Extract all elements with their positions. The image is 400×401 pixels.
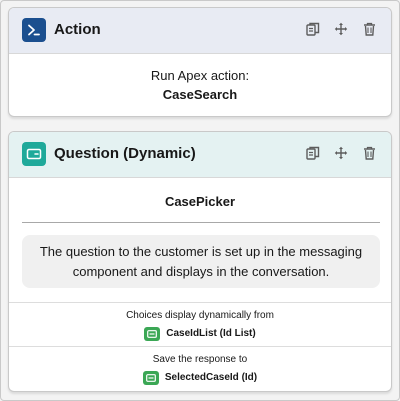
action-card-header: Action — [9, 8, 391, 54]
divider — [9, 302, 391, 303]
apex-icon — [22, 18, 46, 42]
save-response-variable-name: SelectedCaseId (Id) — [164, 372, 258, 383]
move-icon[interactable] — [333, 21, 349, 37]
action-card-body: Run Apex action: CaseSearch — [9, 54, 391, 116]
question-name: CasePicker — [164, 194, 236, 209]
move-icon[interactable] — [333, 145, 349, 161]
question-message-bubble: The question to the customer is set up i… — [22, 235, 380, 288]
divider — [9, 346, 391, 347]
delete-icon[interactable] — [361, 21, 377, 37]
save-response-row: Save the response to SelectedCaseId (Id) — [9, 353, 391, 387]
divider — [22, 222, 380, 223]
question-message-text: The question to the customer is set up i… — [39, 243, 363, 279]
action-card-tools — [305, 21, 377, 37]
choices-label: Choices display dynamically from — [126, 310, 274, 321]
action-name: CaseSearch — [162, 87, 238, 102]
save-response-label: Save the response to — [152, 354, 248, 365]
choices-variable-name: CaseIdList (Id List) — [166, 328, 256, 339]
delete-icon[interactable] — [361, 145, 377, 161]
question-card-tools — [305, 145, 377, 161]
action-card-title: Action — [54, 21, 101, 38]
question-card-header: Question (Dynamic) — [9, 132, 391, 178]
question-icon — [22, 142, 46, 166]
action-card[interactable]: Action Run Apex action: CaseSearch — [8, 7, 392, 117]
choices-row: Choices display dynamically from CaseIdL… — [9, 309, 391, 343]
save-response-variable: SelectedCaseId (Id) — [142, 371, 258, 385]
copy-icon[interactable] — [305, 145, 321, 161]
choices-variable: CaseIdList (Id List) — [144, 327, 256, 341]
question-card[interactable]: Question (Dynamic) CasePicker The questi… — [8, 131, 392, 392]
variable-icon — [144, 327, 161, 341]
action-description: Run Apex action: — [150, 68, 250, 83]
copy-icon[interactable] — [305, 21, 321, 37]
variable-icon — [142, 371, 159, 385]
question-card-title: Question (Dynamic) — [54, 145, 196, 162]
